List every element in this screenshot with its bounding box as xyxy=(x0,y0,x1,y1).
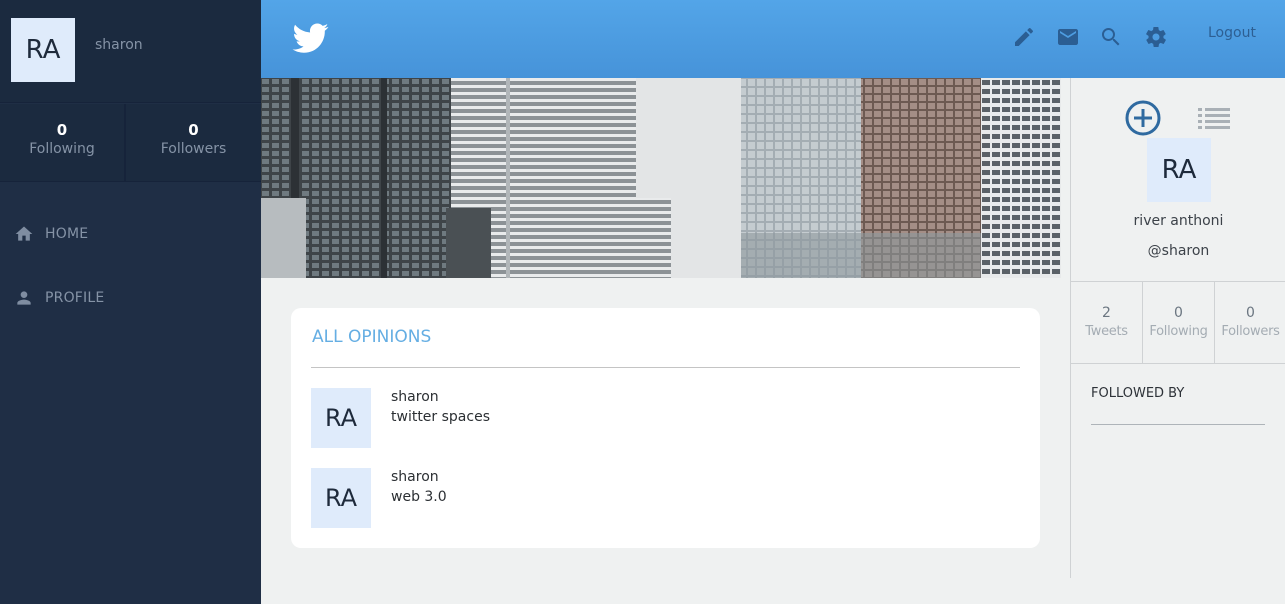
opinion-text: web 3.0 xyxy=(391,489,447,505)
profile-full-name: river anthoni xyxy=(1133,213,1224,229)
opinion-author[interactable]: sharon xyxy=(391,389,439,405)
top-header: Logout xyxy=(261,0,1285,78)
twitter-bird-icon[interactable] xyxy=(291,20,331,56)
opinion-text: twitter spaces xyxy=(391,409,490,425)
following-label: Following xyxy=(1149,324,1208,339)
following-stat[interactable]: 0 Following xyxy=(1143,282,1215,363)
divider xyxy=(311,367,1020,368)
sidebar-followers-stat[interactable]: 0 Followers xyxy=(126,104,261,181)
followers-count: 0 xyxy=(188,121,199,139)
settings-button[interactable] xyxy=(1144,25,1168,49)
profile-stats: 2 Tweets 0 Following 0 Followers xyxy=(1071,281,1285,364)
profile-handle: @sharon xyxy=(1147,243,1210,259)
profile-panel: RA river anthoni @sharon 2 Tweets 0 Foll… xyxy=(1070,78,1285,578)
mail-icon xyxy=(1058,29,1078,45)
city-buildings-illustration xyxy=(261,78,1061,278)
avatar[interactable]: RA xyxy=(311,468,371,528)
following-count: 0 xyxy=(1174,305,1183,321)
sidebar-item-label: PROFILE xyxy=(45,290,105,306)
list-item[interactable]: RA sharon web 3.0 xyxy=(311,468,1011,528)
sidebar-following-stat[interactable]: 0 Following xyxy=(0,104,126,181)
search-icon xyxy=(1102,28,1120,46)
followers-stat[interactable]: 0 Followers xyxy=(1215,282,1285,363)
profile-banner-image xyxy=(261,78,1061,278)
sidebar-item-profile[interactable]: PROFILE xyxy=(0,266,261,330)
avatar[interactable]: RA xyxy=(1147,138,1211,202)
followed-by-title: FOLLOWED BY xyxy=(1091,386,1185,401)
sidebar-item-label: HOME xyxy=(45,226,89,242)
sidebar-user: RA sharon xyxy=(0,0,261,103)
messages-button[interactable] xyxy=(1056,25,1080,49)
divider xyxy=(1091,424,1265,425)
sidebar-username[interactable]: sharon xyxy=(95,37,143,53)
followers-label: Followers xyxy=(160,141,227,157)
tweets-stat[interactable]: 2 Tweets xyxy=(1071,282,1143,363)
following-label: Following xyxy=(29,141,95,157)
search-button[interactable] xyxy=(1099,25,1123,49)
sidebar-item-home[interactable]: HOME xyxy=(0,202,261,266)
tweets-count: 2 xyxy=(1102,305,1111,321)
opinions-card: ALL OPINIONS RA sharon twitter spaces RA… xyxy=(291,308,1040,548)
followers-label: Followers xyxy=(1221,324,1280,339)
following-count: 0 xyxy=(56,121,68,139)
sidebar: RA sharon 0 Following 0 Followers HOME P… xyxy=(0,0,261,604)
sidebar-stats: 0 Following 0 Followers xyxy=(0,104,261,182)
opinion-author[interactable]: sharon xyxy=(391,469,439,485)
logout-link[interactable]: Logout xyxy=(1208,25,1256,41)
home-icon xyxy=(15,226,33,241)
list-item[interactable]: RA sharon twitter spaces xyxy=(311,388,1011,448)
person-icon xyxy=(17,291,31,305)
pencil-icon xyxy=(1015,28,1033,46)
opinions-title: ALL OPINIONS xyxy=(312,327,432,347)
gear-icon xyxy=(1146,27,1166,47)
avatar[interactable]: RA xyxy=(11,18,75,82)
sidebar-nav: HOME PROFILE xyxy=(0,202,261,330)
compose-button[interactable] xyxy=(1012,25,1036,49)
list-icon[interactable] xyxy=(1198,106,1230,130)
avatar[interactable]: RA xyxy=(311,388,371,448)
add-circle-icon[interactable] xyxy=(1124,99,1162,137)
followers-count: 0 xyxy=(1246,305,1255,321)
tweets-label: Tweets xyxy=(1085,324,1128,339)
